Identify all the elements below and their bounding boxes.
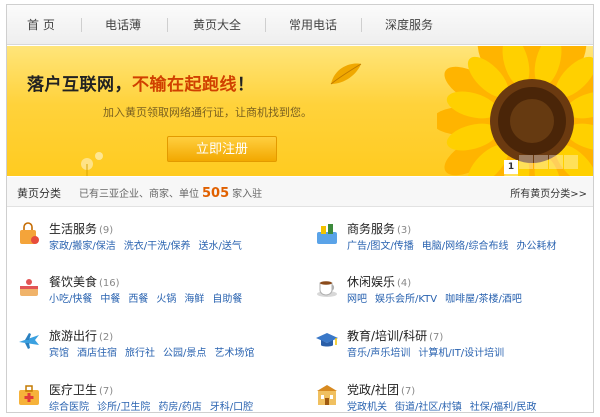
subcategory-link[interactable]: 药房/药店 — [158, 402, 201, 412]
subcategory-link[interactable]: 广告/图文/传播 — [347, 241, 414, 252]
nav-common-phones[interactable]: 常用电话 — [289, 5, 337, 45]
category-count: (4) — [397, 278, 412, 289]
category-header: 黄页分类 已有三亚企业、商家、单位 505 家入驻 所有黄页分类>> — [7, 177, 593, 207]
top-nav: 首 页 电话薄 黄页大全 常用电话 深度服务 — [7, 5, 593, 45]
subcategory-link[interactable]: 小吃/快餐 — [49, 294, 92, 305]
subcategory-link[interactable]: 酒店住宿 — [77, 348, 117, 359]
nav-divider — [265, 18, 266, 32]
subcategory-link[interactable]: 牙科/口腔 — [210, 402, 253, 412]
banner-headline: 落户互联网，不输在起跑线！ — [27, 75, 255, 95]
category-count: (7) — [99, 386, 114, 397]
subcategory-link[interactable]: 诊所/卫生院 — [97, 402, 150, 412]
business-count: 已有三亚企业、商家、单位 505 家入驻 — [79, 186, 263, 201]
subcategory-link[interactable]: 家政/搬家/保洁 — [49, 241, 116, 252]
graduation-cap-icon — [316, 333, 338, 347]
subcategory-link[interactable]: 自助餐 — [212, 294, 242, 305]
banner-pager: 1 — [504, 155, 593, 176]
category-name: 教育/培训/科研 — [347, 329, 428, 343]
nav-phonebook[interactable]: 电话薄 — [105, 5, 141, 45]
yellow-pages-page: 首 页 电话薄 黄页大全 常用电话 深度服务 落户互联网，不输在起跑线！ 加入黄… — [6, 4, 594, 413]
category-name: 党政/社团 — [347, 383, 400, 397]
subcategory-link[interactable]: 旅行社 — [125, 348, 155, 359]
nav-divider — [81, 18, 82, 32]
category-count: (16) — [99, 278, 120, 289]
category-count: (3) — [397, 225, 412, 236]
shopping-bag-icon — [20, 222, 39, 244]
category-name: 医疗卫生 — [49, 383, 98, 397]
pager-dot[interactable] — [534, 155, 548, 169]
subcategory-link[interactable]: 办公耗材 — [517, 241, 557, 252]
tools-icon — [317, 224, 337, 244]
leaf-icon — [330, 63, 362, 85]
category-name: 休闲娱乐 — [347, 275, 396, 289]
pager-dot[interactable] — [519, 155, 533, 169]
airplane-icon — [19, 333, 39, 349]
promo-banner[interactable]: 落户互联网，不输在起跑线！ 加入黄页领取网络通行证，让商机找到您。 立即注册 1 — [7, 46, 593, 176]
pager-dot[interactable]: 1 — [504, 160, 518, 174]
subcategory-link[interactable]: 网吧 — [347, 294, 367, 305]
medical-kit-icon — [19, 385, 39, 405]
nav-divider — [361, 18, 362, 32]
category-count: (2) — [99, 332, 114, 343]
register-button[interactable]: 立即注册 — [167, 136, 277, 162]
subcategory-link[interactable]: 街道/社区/村镇 — [395, 402, 462, 412]
banner-subtitle: 加入黄页领取网络通行证，让商机找到您。 — [103, 106, 312, 119]
subcategory-link[interactable]: 综合医院 — [49, 402, 89, 412]
pager-dot[interactable] — [564, 155, 578, 169]
subcategory-link[interactable]: 公园/景点 — [163, 348, 206, 359]
subcategory-link[interactable]: 咖啡屋/茶楼/酒吧 — [445, 294, 522, 305]
subcategory-link[interactable]: 艺术场馆 — [214, 348, 254, 359]
category-count: (7) — [429, 332, 444, 343]
seed-decoration-icon — [81, 152, 103, 176]
category-name: 生活服务 — [49, 222, 98, 236]
subcategory-link[interactable]: 社保/福利/民政 — [470, 402, 537, 412]
pager-dot[interactable] — [549, 155, 563, 169]
nav-yellow-pages[interactable]: 黄页大全 — [193, 5, 241, 45]
category-name: 餐饮美食 — [49, 275, 98, 289]
category-count: (9) — [99, 225, 114, 236]
subcategory-link[interactable]: 中餐 — [100, 294, 120, 305]
subcategory-link[interactable]: 火锅 — [156, 294, 176, 305]
nav-deep-service[interactable]: 深度服务 — [385, 5, 433, 45]
subcategory-link[interactable]: 音乐/声乐培训 — [347, 348, 410, 359]
subcategory-link[interactable]: 宾馆 — [49, 348, 69, 359]
all-categories-link[interactable]: 所有黄页分类>> — [510, 185, 587, 200]
category-name: 商务服务 — [347, 222, 396, 236]
subcategory-link[interactable]: 计算机/IT/设计培训 — [418, 348, 504, 359]
nav-home[interactable]: 首 页 — [27, 5, 55, 45]
category-title: 黄页分类 — [17, 187, 61, 200]
subcategory-link[interactable]: 西餐 — [128, 294, 148, 305]
category-count: (7) — [401, 386, 416, 397]
nav-divider — [167, 18, 168, 32]
subcategory-link[interactable]: 娱乐会所/KTV — [375, 294, 437, 305]
subcategory-link[interactable]: 洗衣/干洗/保养 — [124, 241, 191, 252]
subcategory-link[interactable]: 送水/送气 — [199, 241, 242, 252]
category-name: 旅游出行 — [49, 329, 98, 343]
building-icon — [317, 385, 337, 405]
subcategory-link[interactable]: 党政机关 — [347, 402, 387, 412]
subcategory-link[interactable]: 电脑/网络/综合布线 — [422, 241, 509, 252]
pager-dot[interactable] — [504, 174, 518, 176]
subcategory-link[interactable]: 海鲜 — [184, 294, 204, 305]
coffee-cup-icon — [317, 281, 337, 297]
cake-icon — [20, 279, 38, 296]
